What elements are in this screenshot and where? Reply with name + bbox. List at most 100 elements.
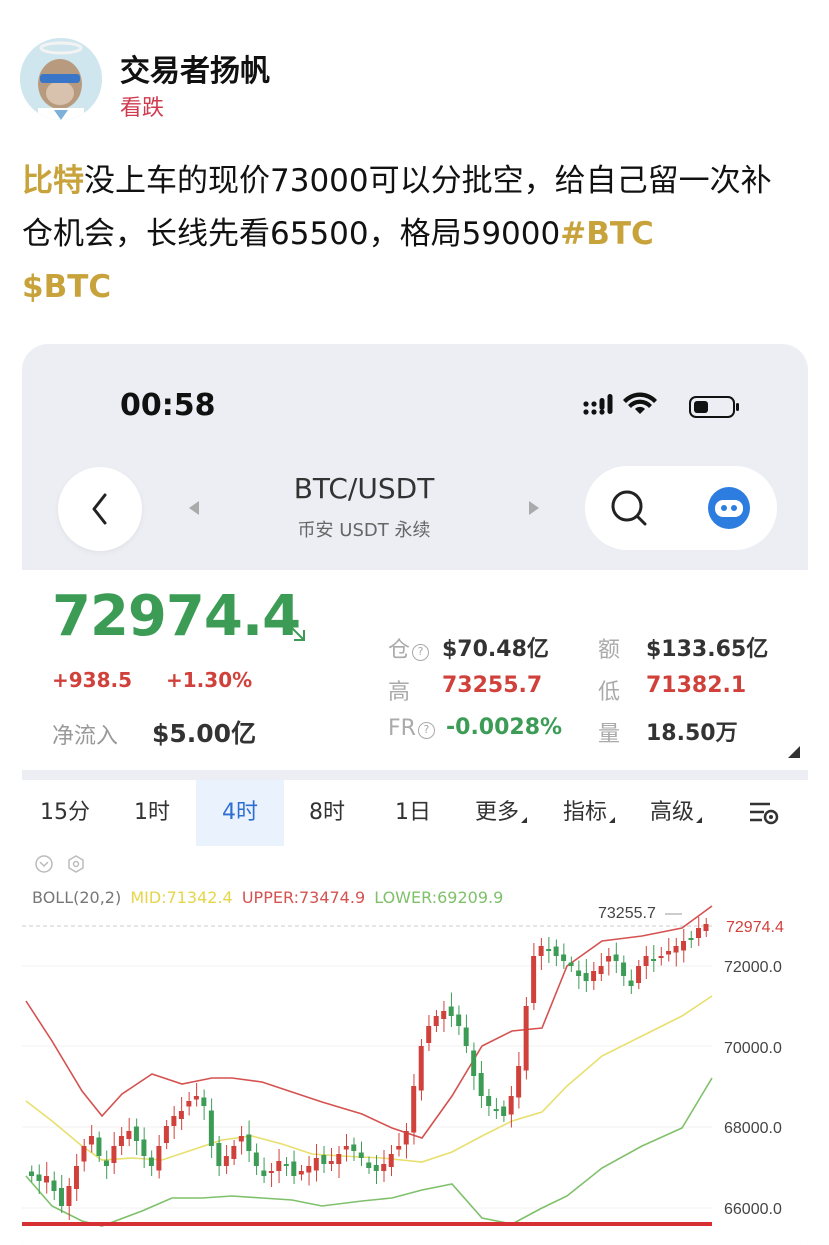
candle-body	[66, 1186, 72, 1206]
turnover-value: $133.65亿	[646, 637, 769, 662]
candle-body	[681, 941, 687, 951]
author-name[interactable]: 交易者扬帆	[120, 46, 270, 90]
attached-screenshot[interactable]: 00:58 BTC/USDT 币安 USDT 永续 72974.4 +938.5…	[22, 344, 808, 1245]
candle-body	[133, 1126, 139, 1141]
tab-15m[interactable]: 15分	[22, 780, 108, 846]
y-tick-label: 70000.0	[724, 1040, 782, 1057]
hashtag-btc[interactable]: #BTC	[560, 216, 654, 252]
candle-body	[471, 1050, 477, 1076]
candle-body	[276, 1161, 282, 1171]
candle-body	[336, 1154, 342, 1164]
boll-lower: LOWER:69209.9	[374, 888, 504, 907]
status-time: 00:58	[120, 388, 216, 423]
tab-advanced[interactable]: 高级	[632, 780, 720, 846]
boll-legend: BOLL(20,2) MID:71342.4 UPPER:73474.9 LOW…	[32, 888, 507, 907]
candle-body	[561, 954, 567, 961]
candle-body	[178, 1111, 184, 1119]
candle-body	[501, 1106, 507, 1116]
price-panel: 72974.4 +938.5 +1.30% 净流入 $5.00亿 仓? $70.…	[22, 570, 808, 770]
candle-body	[583, 973, 589, 981]
pair-title[interactable]: BTC/USDT	[214, 472, 514, 505]
candle-body	[223, 1156, 229, 1166]
candle-body	[358, 1152, 364, 1158]
candle-body	[291, 1161, 297, 1176]
indicator-settings-icon	[68, 855, 84, 873]
post-header: 交易者扬帆 看跌	[20, 38, 800, 122]
funding-rate-label: FR?	[388, 716, 435, 741]
battery-icon	[689, 396, 739, 418]
next-pair-icon[interactable]	[527, 499, 541, 517]
candles	[29, 917, 709, 1220]
candle-body	[36, 1174, 42, 1181]
candle-body	[598, 966, 604, 974]
candle-body	[193, 1096, 199, 1100]
candle-body	[58, 1188, 64, 1206]
open-interest-label: 仓?	[388, 632, 430, 664]
candle-body	[29, 1171, 34, 1176]
candle-body	[403, 1131, 409, 1145]
candle-body	[531, 956, 537, 1003]
sentiment-tag: 看跌	[120, 96, 165, 121]
candle-body	[418, 1046, 424, 1091]
expand-corner-icon[interactable]	[788, 746, 800, 758]
candle-body	[126, 1131, 132, 1139]
status-icons	[583, 392, 739, 418]
y-tick-label: 68000.0	[724, 1120, 782, 1137]
high-label: 高	[388, 680, 411, 705]
candle-body	[141, 1139, 147, 1156]
candle-body	[201, 1097, 207, 1106]
wifi-icon	[623, 392, 657, 414]
candle-body	[156, 1146, 162, 1171]
candle-body	[343, 1146, 349, 1150]
last-price-tag: 72974.4	[726, 919, 784, 936]
candle-body	[621, 962, 627, 976]
candle-body	[261, 1170, 267, 1176]
candle-body	[448, 1006, 454, 1016]
candle-body	[553, 946, 559, 956]
candle-body	[88, 1136, 94, 1145]
candle-body	[493, 1109, 499, 1111]
candle-body	[208, 1110, 214, 1146]
candle-body	[606, 956, 612, 962]
candle-body	[673, 946, 679, 953]
candle-body	[591, 971, 597, 981]
change-percent: +1.30%	[166, 668, 253, 692]
chart-settings-icon[interactable]	[748, 800, 780, 826]
help-icon: ?	[412, 644, 430, 661]
candle-body	[381, 1164, 387, 1171]
tab-4h[interactable]: 4时	[196, 780, 284, 846]
boll-upper: UPPER:73474.9	[241, 888, 366, 907]
back-button[interactable]	[58, 467, 142, 551]
candle-body	[238, 1136, 244, 1142]
boll-name: BOLL(20,2)	[32, 888, 122, 907]
candle-body	[576, 970, 582, 976]
tab-indicators[interactable]: 指标	[546, 780, 632, 846]
candle-body	[313, 1158, 319, 1171]
author-avatar[interactable]	[20, 38, 102, 120]
tab-1d[interactable]: 1日	[370, 780, 456, 846]
tab-more[interactable]: 更多	[456, 780, 546, 846]
candle-body	[171, 1116, 177, 1126]
cashtag-btc[interactable]: $BTC	[22, 269, 111, 305]
prev-pair-icon[interactable]	[187, 499, 201, 517]
candle-body	[253, 1152, 259, 1166]
candle-body	[51, 1180, 57, 1191]
candle-body	[81, 1146, 87, 1162]
nav-actions	[585, 466, 777, 550]
candle-body	[118, 1136, 124, 1146]
candle-body	[666, 951, 672, 955]
candle-body	[351, 1144, 357, 1151]
candle-body	[508, 1096, 514, 1115]
dropdown-icon	[521, 817, 527, 823]
kline-chart[interactable]: 73255.7 72974.4 72000.0 70000.0 68000.0 …	[22, 846, 808, 1245]
y-tick-label: 72000.0	[724, 959, 782, 976]
boll-lower-line	[25, 1077, 713, 1227]
tab-1h[interactable]: 1时	[108, 780, 196, 846]
chevron-left-icon	[92, 493, 107, 525]
candle-body	[148, 1157, 154, 1166]
high-marker-label: 73255.7	[598, 905, 656, 922]
last-price: 72974.4	[52, 584, 301, 649]
candle-body	[658, 956, 664, 958]
text-highlight-bitcoin[interactable]: 比特	[22, 163, 84, 199]
tab-8h[interactable]: 8时	[284, 780, 370, 846]
